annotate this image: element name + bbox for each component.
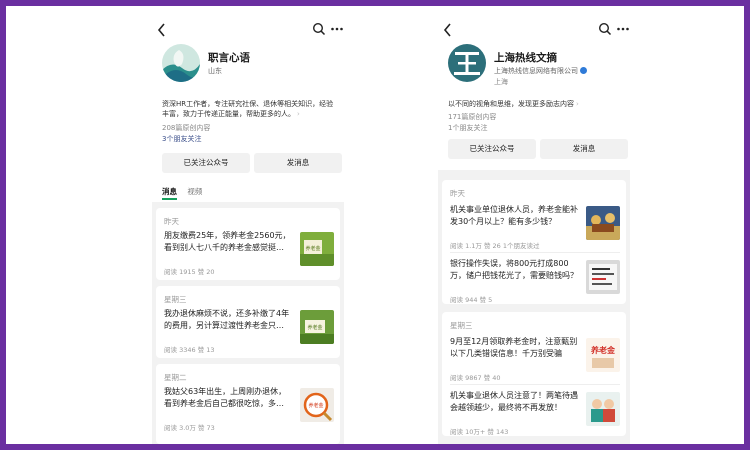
item-divider [450,252,620,253]
article-stats: 阅读 1915 赞 20 [164,268,215,276]
top-bar [152,22,344,38]
followed-button[interactable]: 已关注公众号 [448,139,536,159]
group-date: 星期三 [164,295,187,304]
article-stats: 阅读 944 赞 5 [450,296,493,304]
friends-following[interactable]: 3个朋友关注 [162,134,201,144]
message-group: 昨天 朋友缴费25年，领养老金2560元，看到别人七八千的养老金感觉挺… 阅读 … [156,208,340,280]
back-arrow-icon[interactable] [156,22,168,38]
account-description: 资深HR工作者，专注研究社保、退休等相关知识，经验丰富，致力于传递正能量，帮助更… [162,100,334,118]
article-item[interactable]: 9月至12月领取养老金时，注意甄别以下几类错误信息！千万别受骗 阅读 9867 … [450,336,620,382]
article-count: 171篇原创内容 [448,113,497,121]
svg-text:养老金: 养老金 [305,245,320,252]
top-bar [438,22,630,38]
account-description: 以不同的视角和思维，发现更多励志内容 › [448,100,579,108]
group-date: 昨天 [450,189,465,198]
account-company: 上海热线信息网络有限公司 [494,66,587,76]
article-count: 208篇原创内容 [162,124,211,132]
article-title: 机关事业退休人员注意了！两笔待遇会越领越少，最终将不再发放！ [450,391,578,412]
article-stats: 阅读 1.1万 赞 26 1个朋友读过 [450,242,540,250]
message-group: 昨天 机关事业单位退休人员，养老金能补发30个月以上？能有多少钱？ 阅读 1.1… [442,180,626,304]
friends-following[interactable]: 1个朋友关注 [448,123,487,133]
article-stats: 阅读 10万+ 赞 143 [450,428,509,436]
article-title: 我姑父63年出生，上周刚办退休，看到养老金后自己都很吃惊，多… [164,387,287,408]
article-item[interactable]: 机关事业退休人员注意了！两笔待遇会越领越少，最终将不再发放！ 阅读 10万+ 赞… [450,390,620,436]
article-thumbnail [586,392,620,426]
article-thumbnail: 养老金 [300,232,334,266]
message-group: 星期三 我办退休麻烦不说，还多补缴了4年的费用，另计算过渡性养老金只… 阅读 3… [156,286,340,358]
verified-icon [580,66,587,74]
article-item[interactable]: 我姑父63年出生，上周刚办退休，看到养老金后自己都很吃惊，多… 阅读 3.0万 … [164,386,334,432]
article-item[interactable]: 我办退休麻烦不说，还多补缴了4年的费用，另计算过渡性养老金只… 阅读 3346 … [164,308,334,354]
article-thumbnail: 养老金 [300,310,334,344]
search-icon[interactable] [598,22,612,36]
tab-messages[interactable]: 消息 [162,186,177,200]
message-feed: 昨天 朋友缴费25年，领养老金2560元，看到别人七八千的养老金感觉挺… 阅读 … [152,202,344,444]
content-tabs: 消息 视频 [162,186,210,200]
screenshot-frame: 职言心语 山东 资深HR工作者，专注研究社保、退休等相关知识，经验丰富，致力于传… [6,6,744,444]
article-stats: 阅读 9867 赞 40 [450,374,501,382]
article-item[interactable]: 朋友缴费25年，领养老金2560元，看到别人七八千的养老金感觉挺… 阅读 191… [164,230,334,276]
item-divider [450,384,620,385]
svg-text:养老金: 养老金 [307,324,322,331]
search-icon[interactable] [312,22,326,36]
article-title: 9月至12月领取养老金时，注意甄别以下几类错误信息！千万别受骗 [450,337,578,358]
send-message-button[interactable]: 发消息 [254,153,342,173]
followed-button[interactable]: 已关注公众号 [162,153,250,173]
message-group: 星期二 我姑父63年出生，上周刚办退休，看到养老金后自己都很吃惊，多… 阅读 3… [156,364,340,444]
group-date: 昨天 [164,217,179,226]
tab-videos[interactable]: 视频 [187,186,202,197]
message-feed: 昨天 机关事业单位退休人员，养老金能补发30个月以上？能有多少钱？ 阅读 1.1… [438,170,630,444]
group-date: 星期二 [164,373,187,382]
account-location: 上海 [494,78,508,86]
article-stats: 阅读 3346 赞 13 [164,346,215,354]
account-header: 职言心语 山东 [162,44,336,86]
more-options-icon[interactable] [616,22,630,36]
article-thumbnail [586,206,620,240]
account-name: 上海热线文摘 [494,52,557,64]
article-thumbnail: 养老金 [586,338,620,372]
account-name: 职言心语 [208,52,250,64]
account-avatar[interactable] [448,44,486,82]
article-thumbnail [586,260,620,294]
article-item[interactable]: 机关事业单位退休人员，养老金能补发30个月以上？能有多少钱？ 阅读 1.1万 赞… [450,204,620,250]
svg-text:养老金: 养老金 [308,402,323,409]
article-title: 朋友缴费25年，领养老金2560元，看到别人七八千的养老金感觉挺… [164,231,291,252]
article-title: 机关事业单位退休人员，养老金能补发30个月以上？能有多少钱？ [450,205,578,226]
article-title: 银行操作失误，将800元打成800万，储户把钱花光了，需要赔钱吗？ [450,259,578,280]
account-avatar[interactable] [162,44,200,82]
right-profile-screen: 上海热线文摘 上海热线信息网络有限公司 上海 以不同的视角和思维，发现更多励志内… [438,6,630,444]
group-date: 星期三 [450,321,473,330]
article-item[interactable]: 银行操作失误，将800元打成800万，储户把钱花光了，需要赔钱吗？ 阅读 944… [450,258,620,304]
back-arrow-icon[interactable] [442,22,454,38]
article-stats: 阅读 3.0万 赞 73 [164,424,215,432]
account-header: 上海热线文摘 上海热线信息网络有限公司 上海 [448,44,622,86]
article-title: 我办退休麻烦不说，还多补缴了4年的费用，另计算过渡性养老金只… [164,309,290,330]
article-thumbnail: 养老金 [300,388,334,422]
more-options-icon[interactable] [330,22,344,36]
account-location: 山东 [208,67,222,75]
send-message-button[interactable]: 发消息 [540,139,628,159]
left-profile-screen: 职言心语 山东 资深HR工作者，专注研究社保、退休等相关知识，经验丰富，致力于传… [152,6,344,444]
svg-text:养老金: 养老金 [590,345,616,355]
message-group: 星期三 9月至12月领取养老金时，注意甄别以下几类错误信息！千万别受骗 阅读 9… [442,312,626,436]
